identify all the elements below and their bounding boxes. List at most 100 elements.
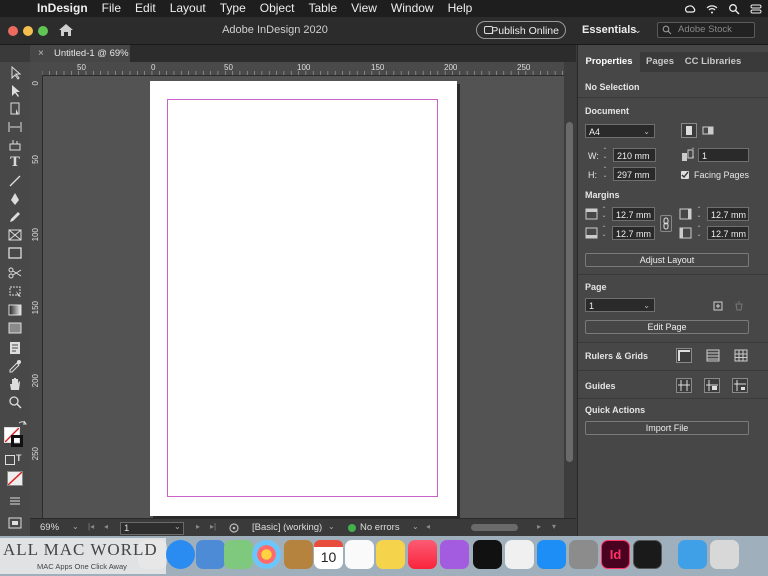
zoom-tool-icon[interactable]	[7, 395, 23, 409]
rectangle-frame-tool-icon[interactable]	[7, 228, 23, 242]
edit-page-button[interactable]: Edit Page	[585, 320, 749, 334]
vertical-scrollbar[interactable]	[564, 62, 576, 518]
margin-top-field[interactable]: 12.7 mm	[612, 207, 655, 221]
scroll-down-icon[interactable]: ▾	[552, 522, 556, 531]
pages-stepper[interactable]: ⌃ ⌄	[689, 148, 697, 162]
toggle-guides-button[interactable]	[676, 378, 692, 393]
free-transform-tool-icon[interactable]	[7, 284, 23, 298]
screen-mode-icon[interactable]	[7, 493, 23, 507]
eyedropper-tool-icon[interactable]	[7, 359, 23, 373]
page-tool-icon[interactable]	[7, 102, 23, 116]
chevron-down-icon[interactable]: ⌄	[412, 522, 419, 531]
selection-tool-icon[interactable]	[7, 66, 23, 80]
zoom-level[interactable]: 69%	[40, 522, 59, 533]
mail-icon[interactable]	[196, 540, 225, 569]
pencil-tool-icon[interactable]	[7, 210, 23, 224]
formatting-text-icon[interactable]: T	[16, 453, 22, 463]
contacts-icon[interactable]	[284, 540, 313, 569]
workspace-switcher[interactable]: Essentials	[582, 24, 636, 36]
width-stepper[interactable]: ⌃ ⌄	[601, 148, 609, 162]
page-select[interactable]: 1 ⌄	[585, 298, 655, 312]
rectangle-tool-icon[interactable]	[7, 246, 23, 260]
music-icon[interactable]	[408, 540, 437, 569]
creative-cloud-icon[interactable]	[684, 3, 696, 15]
notes-icon[interactable]	[376, 540, 405, 569]
style-status[interactable]: [Basic] (working)	[252, 522, 322, 533]
menu-indesign[interactable]: InDesign	[30, 0, 95, 17]
apple-tv-icon[interactable]	[473, 540, 502, 569]
maps-icon[interactable]	[224, 540, 253, 569]
menu-type[interactable]: Type	[213, 0, 253, 17]
photos-icon[interactable]	[252, 540, 281, 569]
horizontal-scrollbar-thumb[interactable]	[471, 524, 518, 531]
search-icon[interactable]	[728, 3, 740, 15]
document-grid-icon[interactable]	[734, 349, 748, 362]
note-tool-icon[interactable]	[7, 341, 23, 355]
previous-page-icon[interactable]: ◂	[104, 522, 108, 531]
type-tool-icon[interactable]: T	[7, 156, 23, 170]
margin-left-stepper[interactable]: ⌃ ⌄	[695, 207, 703, 221]
trash-icon[interactable]	[710, 540, 739, 569]
adjust-layout-button[interactable]: Adjust Layout	[585, 253, 749, 267]
width-field[interactable]: 210 mm	[613, 148, 656, 162]
menu-file[interactable]: File	[95, 0, 128, 17]
reminders-icon[interactable]	[345, 540, 374, 569]
scrollbar-thumb[interactable]	[566, 122, 573, 462]
chevron-down-icon[interactable]: ⌄	[328, 522, 335, 531]
margin-left-field[interactable]: 12.7 mm	[707, 207, 749, 221]
menu-window[interactable]: Window	[384, 0, 441, 17]
publish-online-button[interactable]: Publish Online	[476, 21, 566, 39]
news-icon[interactable]	[505, 540, 534, 569]
chevron-down-icon[interactable]: ⌄	[174, 522, 181, 531]
margin-right-field[interactable]: 12.7 mm	[707, 226, 749, 240]
vertical-ruler[interactable]: 0 50 100 150 200 250	[30, 75, 43, 518]
safari-icon[interactable]	[166, 540, 195, 569]
add-page-icon[interactable]	[713, 301, 723, 311]
direct-selection-tool-icon[interactable]	[7, 84, 23, 98]
stroke-swatch[interactable]	[11, 435, 23, 447]
pages-count-field[interactable]: 1	[698, 148, 749, 162]
preflight-errors[interactable]: No errors	[360, 522, 400, 533]
indesign-icon[interactable]: Id	[601, 540, 630, 569]
menu-edit[interactable]: Edit	[128, 0, 163, 17]
toggle-rulers-button[interactable]	[676, 348, 692, 363]
line-tool-icon[interactable]	[7, 174, 23, 188]
tab-pages[interactable]: Pages	[640, 52, 680, 72]
preflight-profile-icon[interactable]	[229, 523, 239, 533]
baseline-grid-icon[interactable]	[706, 349, 720, 362]
pen-tool-icon[interactable]	[7, 192, 23, 206]
next-page-icon[interactable]: ▸	[196, 522, 200, 531]
height-field[interactable]: 297 mm	[613, 167, 656, 181]
gap-tool-icon[interactable]	[7, 120, 23, 134]
portrait-orientation-button[interactable]	[681, 123, 697, 138]
lock-guides-button[interactable]	[732, 378, 748, 393]
margin-bottom-stepper[interactable]: ⌃ ⌄	[600, 226, 608, 240]
swap-arrows-icon[interactable]	[18, 420, 27, 429]
app-store-icon[interactable]	[537, 540, 566, 569]
scroll-right-icon[interactable]: ▸	[537, 522, 541, 531]
menu-table[interactable]: Table	[301, 0, 344, 17]
formatting-container-icon[interactable]	[5, 455, 15, 465]
tab-cc-libraries[interactable]: CC Libraries	[680, 52, 746, 72]
horizontal-ruler[interactable]: 50 0 50 100 150 200 250	[42, 62, 564, 76]
margin-bottom-field[interactable]: 12.7 mm	[612, 226, 655, 240]
hand-tool-icon[interactable]	[7, 377, 23, 391]
scroll-left-icon[interactable]: ◂	[426, 522, 430, 531]
smart-guides-button[interactable]	[704, 378, 720, 393]
menu-object[interactable]: Object	[253, 0, 302, 17]
preview-mode-icon[interactable]	[7, 516, 23, 530]
document-page[interactable]	[150, 81, 457, 516]
facing-pages-checkbox[interactable]	[681, 171, 689, 179]
adobe-stock-search-input[interactable]: Adobe Stock	[657, 22, 755, 38]
calendar-icon[interactable]: 10	[314, 540, 343, 569]
link-margins-button[interactable]	[660, 215, 672, 232]
system-preferences-icon[interactable]	[569, 540, 598, 569]
apply-none-swatch[interactable]	[7, 471, 23, 486]
menu-layout[interactable]: Layout	[163, 0, 213, 17]
delete-page-icon[interactable]	[734, 301, 744, 311]
landscape-orientation-button[interactable]	[701, 123, 716, 138]
document-tab[interactable]: × Untitled-1 @ 69%	[30, 45, 130, 62]
margin-top-stepper[interactable]: ⌃ ⌄	[600, 207, 608, 221]
wifi-icon[interactable]	[706, 3, 718, 15]
apple-icon[interactable]	[8, 2, 22, 16]
